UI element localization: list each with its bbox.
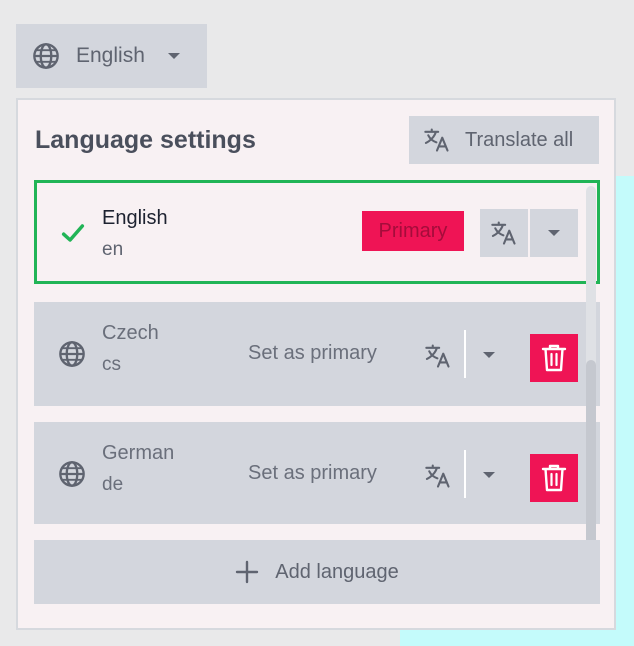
set-as-primary-button[interactable]: Set as primary bbox=[248, 342, 377, 365]
check-icon bbox=[61, 224, 85, 242]
delete-language-button[interactable] bbox=[530, 334, 578, 382]
primary-badge: Primary bbox=[362, 211, 464, 251]
add-language-button[interactable]: Add language bbox=[34, 540, 600, 604]
trash-icon bbox=[541, 344, 567, 372]
language-row-english: English en Primary bbox=[34, 180, 600, 284]
caret-down-icon bbox=[548, 230, 560, 236]
translate-all-button[interactable]: Translate all bbox=[409, 116, 599, 164]
translate-button[interactable] bbox=[480, 209, 528, 257]
trash-icon bbox=[541, 464, 567, 492]
language-selector-button[interactable]: English bbox=[16, 24, 207, 88]
language-selector-label: English bbox=[76, 44, 145, 67]
translate-all-label: Translate all bbox=[465, 128, 574, 151]
globe-icon bbox=[59, 341, 85, 367]
divider bbox=[464, 330, 466, 378]
plus-icon bbox=[236, 560, 259, 584]
translate-icon bbox=[424, 128, 449, 152]
translate-icon[interactable] bbox=[424, 342, 452, 370]
caret-down-icon[interactable] bbox=[482, 348, 496, 362]
language-name: English bbox=[102, 207, 168, 229]
translate-icon bbox=[491, 221, 516, 245]
language-row-german: German de Set as primary bbox=[34, 422, 600, 524]
language-name: German bbox=[102, 442, 175, 464]
caret-down-icon[interactable] bbox=[482, 468, 496, 482]
language-code: de bbox=[102, 474, 124, 495]
delete-language-button[interactable] bbox=[530, 454, 578, 502]
add-language-label: Add language bbox=[275, 560, 399, 583]
language-name: Czech bbox=[102, 322, 159, 344]
language-code: cs bbox=[102, 354, 121, 375]
divider bbox=[464, 450, 466, 498]
set-as-primary-button[interactable]: Set as primary bbox=[248, 462, 377, 485]
panel-title: Language settings bbox=[35, 126, 256, 154]
translate-options-button[interactable] bbox=[530, 209, 578, 257]
language-settings-panel: Language settings Translate all English … bbox=[16, 98, 616, 630]
translate-icon[interactable] bbox=[424, 462, 452, 490]
caret-down-icon bbox=[167, 53, 180, 59]
language-code: en bbox=[102, 239, 124, 260]
globe-icon bbox=[33, 43, 59, 69]
globe-icon bbox=[59, 461, 85, 487]
language-row-czech: Czech cs Set as primary bbox=[34, 302, 600, 406]
translate-split-button bbox=[480, 209, 578, 257]
